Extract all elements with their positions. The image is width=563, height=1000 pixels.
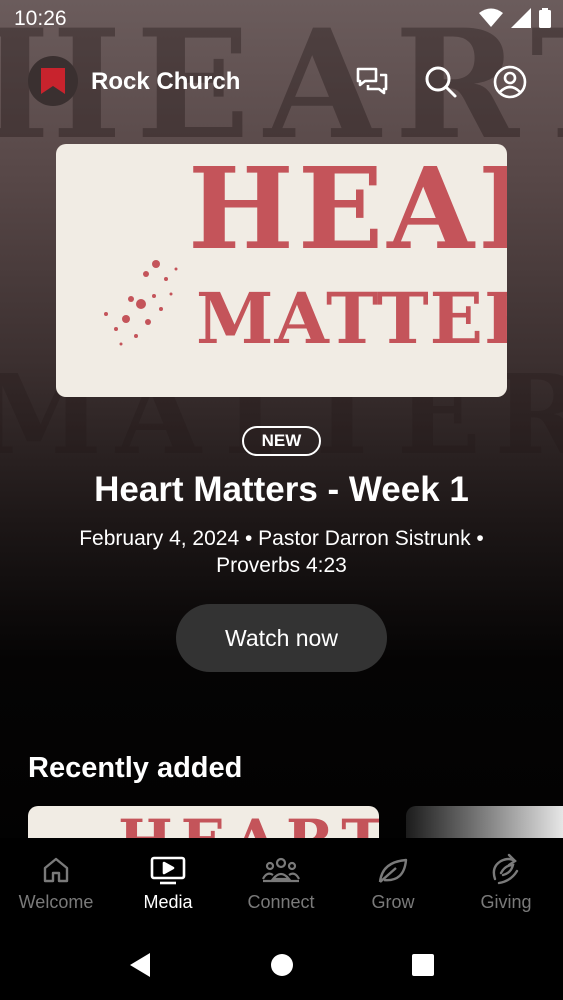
sermon-title: Heart Matters - Week 1 <box>94 470 469 509</box>
battery-icon <box>539 8 551 28</box>
bottom-nav: Welcome Media Connect Grow Giving <box>0 838 563 930</box>
leaf-icon <box>378 858 408 883</box>
recents-icon <box>412 954 434 976</box>
search-icon <box>425 66 457 98</box>
sermon-artwork[interactable]: HEART MATTERS <box>56 144 507 397</box>
nav-welcome[interactable]: Welcome <box>0 852 112 913</box>
wifi-icon <box>479 8 503 27</box>
nav-grow[interactable]: Grow <box>337 852 449 913</box>
group-icon <box>262 857 300 883</box>
new-badge: NEW <box>242 426 321 456</box>
profile-button[interactable] <box>490 62 530 102</box>
nav-label-welcome: Welcome <box>18 892 94 912</box>
giving-icon <box>492 853 519 885</box>
cell-signal-icon <box>511 8 531 28</box>
back-icon <box>130 953 150 977</box>
nav-giving[interactable]: Giving <box>450 852 562 913</box>
chat-button[interactable] <box>352 62 392 102</box>
search-button[interactable] <box>421 62 461 102</box>
status-icons <box>479 8 551 28</box>
nav-label-media: Media <box>143 892 193 912</box>
account-icon <box>493 65 527 99</box>
nav-label-giving: Giving <box>480 892 532 912</box>
home-button[interactable] <box>267 950 297 980</box>
back-button[interactable] <box>125 950 155 980</box>
bookmark-logo-icon <box>41 68 65 94</box>
recently-added-heading: Recently added <box>28 752 243 784</box>
artwork-title-line1: HEART <box>188 144 507 275</box>
chat-icon <box>356 67 388 95</box>
status-bar: 10:26 <box>0 0 563 38</box>
tv-icon <box>150 856 186 885</box>
sermon-meta: February 4, 2024 • Pastor Darron Sistrun… <box>79 527 484 577</box>
nav-label-connect: Connect <box>247 892 315 912</box>
home-circle-icon <box>271 954 293 976</box>
system-nav-bar <box>0 930 563 1000</box>
watch-now-button[interactable]: Watch now <box>176 604 387 672</box>
artwork-title-line2: MATTERS <box>196 277 507 360</box>
home-icon <box>43 857 69 883</box>
status-time: 10:26 <box>14 7 67 30</box>
app-bar: Rock Church <box>0 52 563 112</box>
church-logo[interactable] <box>28 56 78 106</box>
nav-media[interactable]: Media <box>112 852 224 913</box>
nav-connect[interactable]: Connect <box>225 852 337 913</box>
app-title: Rock Church <box>91 68 241 95</box>
paint-splatter <box>104 260 178 346</box>
nav-label-grow: Grow <box>371 892 415 912</box>
recents-button[interactable] <box>408 950 438 980</box>
